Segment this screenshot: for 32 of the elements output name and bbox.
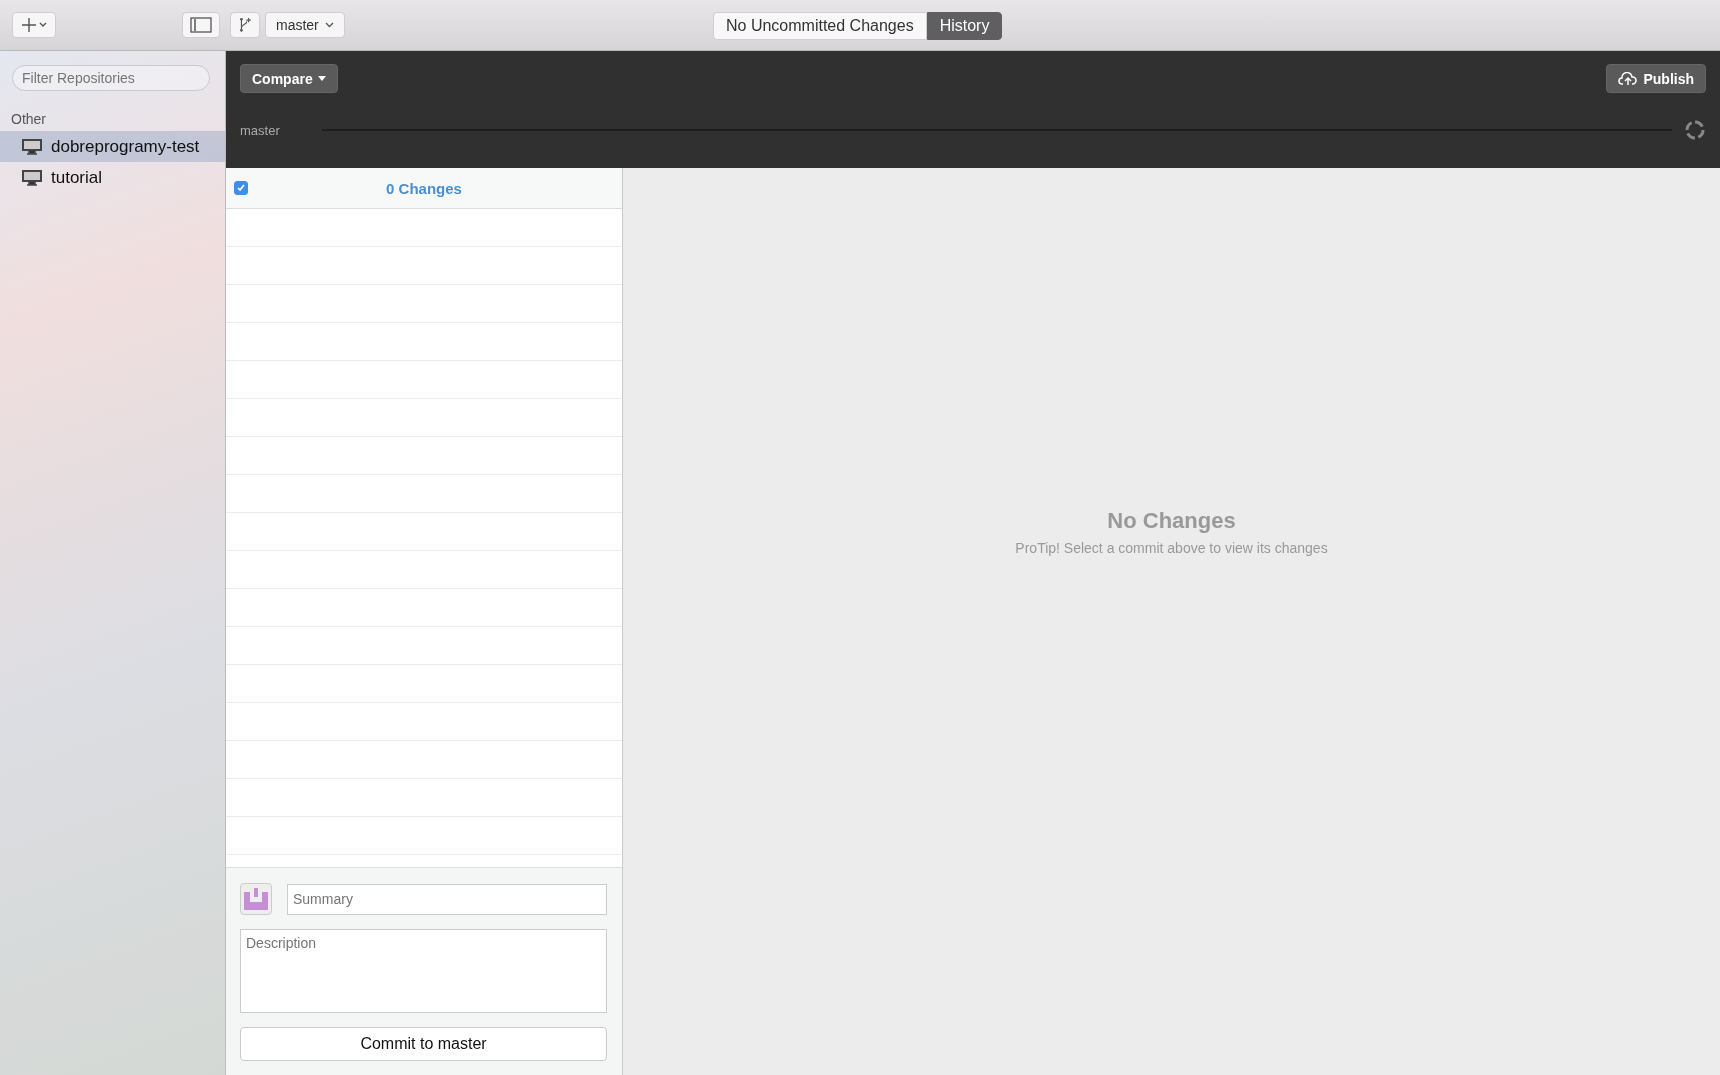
segment-tab[interactable]: No Uncommitted Changes xyxy=(713,12,927,40)
sidebar-icon xyxy=(190,17,212,33)
repository-item[interactable]: dobreprogramy-test xyxy=(0,131,225,162)
avatar-icon xyxy=(240,883,272,915)
sidebar-toggle-button[interactable] xyxy=(182,12,220,38)
segment-tab[interactable]: History xyxy=(926,12,1003,40)
changes-count: 0 Changes xyxy=(385,179,463,197)
commit-button[interactable]: Commit to master xyxy=(240,1027,607,1061)
spinner-icon xyxy=(1684,119,1706,141)
monitor-icon xyxy=(21,168,43,187)
timeline-branch-label: master xyxy=(240,122,281,138)
branch-button[interactable] xyxy=(230,12,260,38)
branch-dropdown[interactable]: master xyxy=(265,12,345,38)
repository-item[interactable]: tutorial xyxy=(0,162,225,193)
filter-field[interactable]: Filter Repositories xyxy=(12,65,210,91)
repository-name: dobreprogramy-test xyxy=(51,136,200,157)
caret-icon xyxy=(317,76,326,81)
compare-button[interactable]: Compare xyxy=(240,64,338,93)
summary-field[interactable]: Summary xyxy=(287,883,607,915)
chevron-icon xyxy=(324,22,334,28)
empty-state-tip: ProTip! Select a commit above to view its changes xyxy=(1015,539,1328,556)
monitor-icon xyxy=(21,137,43,156)
cloud-upload-icon xyxy=(1618,71,1639,86)
description-field[interactable]: Description xyxy=(240,929,607,1013)
publish-button[interactable]: Publish xyxy=(1606,64,1706,93)
empty-state-title: No Changes xyxy=(1107,507,1236,534)
plus-icon xyxy=(20,17,48,33)
repository-name: tutorial xyxy=(51,167,103,188)
select-all-checkbox[interactable] xyxy=(234,181,248,195)
add-button[interactable] xyxy=(12,12,56,38)
branch-icon xyxy=(237,16,253,34)
group-label: Other xyxy=(11,111,47,127)
